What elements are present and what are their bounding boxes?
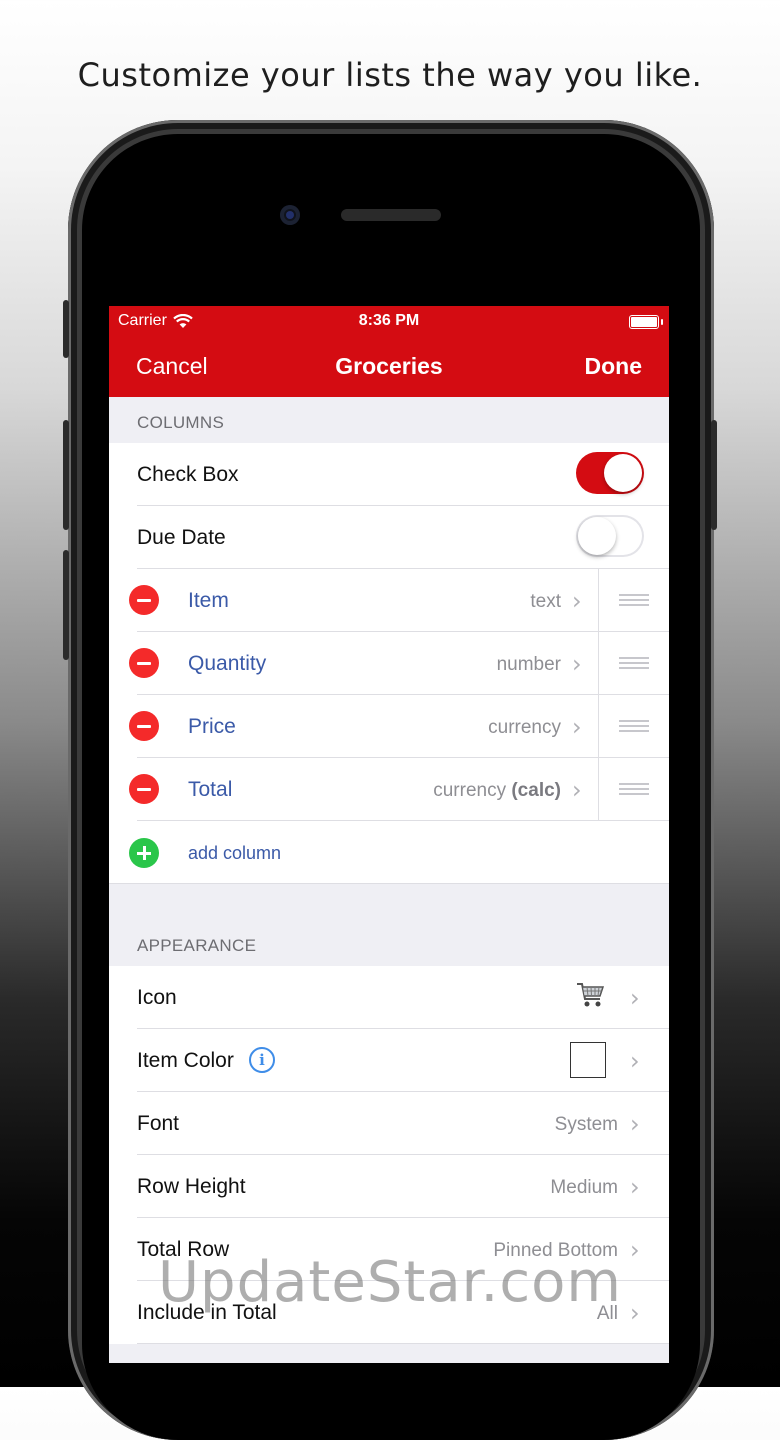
delete-column-icon[interactable] bbox=[129, 774, 159, 804]
column-type: number bbox=[496, 654, 561, 675]
add-column-button[interactable]: add column bbox=[188, 843, 281, 864]
tagline: Customize your lists the way you like. bbox=[77, 56, 703, 94]
row-height-value: Medium bbox=[550, 1177, 618, 1198]
done-button[interactable]: Done bbox=[585, 353, 643, 380]
total-row-value: Pinned Bottom bbox=[493, 1240, 618, 1261]
icon-label: Icon bbox=[137, 986, 177, 1009]
add-icon[interactable] bbox=[129, 838, 159, 868]
check-box-row: Check Box bbox=[109, 443, 669, 506]
shopping-cart-icon bbox=[577, 983, 605, 1007]
chevron-right-icon: › bbox=[630, 1236, 640, 1264]
column-row-item[interactable]: Item text › bbox=[109, 569, 669, 632]
app-screen: Carrier 8:36 PM Cancel Groceries Done CO… bbox=[109, 306, 669, 1363]
column-name: Item bbox=[188, 589, 229, 612]
row-height-label: Row Height bbox=[137, 1175, 246, 1198]
phone-power-button bbox=[711, 420, 717, 530]
due-date-row: Due Date bbox=[109, 506, 669, 569]
column-row-quantity[interactable]: Quantity number › bbox=[109, 632, 669, 695]
icon-row[interactable]: Icon › bbox=[109, 966, 669, 1029]
reorder-handle-icon[interactable] bbox=[619, 657, 649, 669]
column-type: currency (calc) bbox=[433, 780, 561, 801]
column-name: Quantity bbox=[188, 652, 267, 675]
info-icon[interactable]: i bbox=[249, 1047, 275, 1073]
due-date-label: Due Date bbox=[137, 526, 226, 549]
column-type: text bbox=[530, 591, 561, 612]
delete-column-icon[interactable] bbox=[129, 585, 159, 615]
chevron-right-icon: › bbox=[630, 1173, 640, 1201]
due-date-toggle[interactable] bbox=[576, 515, 644, 557]
chevron-right-icon: › bbox=[630, 1299, 640, 1327]
column-name: Total bbox=[188, 778, 233, 801]
phone-mute-switch bbox=[63, 300, 69, 358]
status-time: 8:36 PM bbox=[358, 312, 420, 329]
font-label: Font bbox=[137, 1112, 180, 1135]
chevron-right-icon: › bbox=[572, 776, 582, 804]
column-type: currency bbox=[488, 717, 561, 738]
item-color-label: Item Color bbox=[137, 1049, 234, 1072]
reorder-handle-icon[interactable] bbox=[619, 783, 649, 795]
chevron-right-icon: › bbox=[572, 650, 582, 678]
column-row-total[interactable]: Total currency (calc) › bbox=[109, 758, 669, 821]
row-height-row[interactable]: Row Height Medium › bbox=[109, 1155, 669, 1218]
delete-column-icon[interactable] bbox=[129, 711, 159, 741]
font-value: System bbox=[554, 1114, 618, 1135]
delete-column-icon[interactable] bbox=[129, 648, 159, 678]
item-color-row[interactable]: Item Color i › bbox=[109, 1029, 669, 1092]
include-in-total-row[interactable]: Include in Total All › bbox=[109, 1281, 669, 1344]
column-row-price[interactable]: Price currency › bbox=[109, 695, 669, 758]
reorder-handle-icon[interactable] bbox=[619, 594, 649, 606]
reorder-handle-icon[interactable] bbox=[619, 720, 649, 732]
navigation-bar: Carrier 8:36 PM Cancel Groceries Done bbox=[109, 306, 669, 397]
phone-volume-down bbox=[63, 550, 69, 660]
cancel-button[interactable]: Cancel bbox=[136, 353, 208, 380]
total-row-row[interactable]: Total Row Pinned Bottom › bbox=[109, 1218, 669, 1281]
chevron-right-icon: › bbox=[630, 1110, 640, 1138]
chevron-right-icon: › bbox=[630, 1047, 640, 1075]
battery-icon bbox=[629, 315, 663, 329]
check-box-toggle[interactable] bbox=[576, 452, 644, 494]
column-name: Price bbox=[188, 715, 236, 738]
phone-volume-up bbox=[63, 420, 69, 530]
total-row-label: Total Row bbox=[137, 1238, 230, 1261]
chevron-right-icon: › bbox=[572, 713, 582, 741]
add-column-row[interactable]: add column bbox=[109, 821, 669, 884]
front-camera bbox=[280, 205, 300, 225]
check-box-label: Check Box bbox=[137, 463, 239, 486]
include-in-total-value: All bbox=[596, 1303, 618, 1324]
earpiece-speaker bbox=[341, 209, 441, 221]
chevron-right-icon: › bbox=[630, 984, 640, 1012]
font-row[interactable]: Font System › bbox=[109, 1092, 669, 1155]
include-in-total-label: Include in Total bbox=[137, 1301, 277, 1324]
chevron-right-icon: › bbox=[572, 587, 582, 615]
color-swatch bbox=[570, 1042, 606, 1078]
status-bar: Carrier 8:36 PM bbox=[109, 312, 669, 332]
